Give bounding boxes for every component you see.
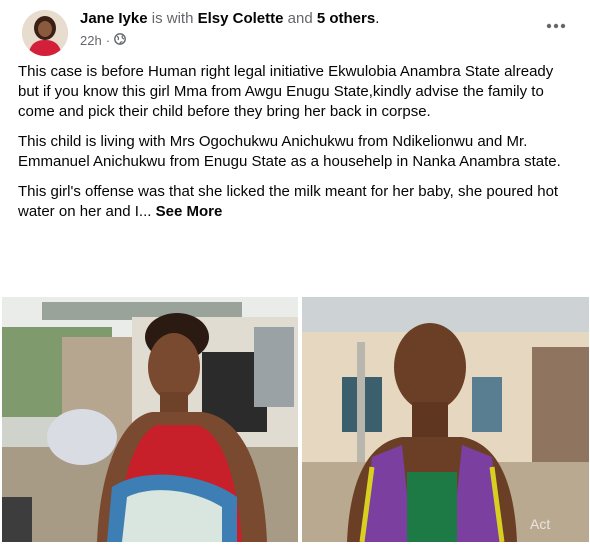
post-paragraph: This child is living with Mrs Ogochukwu … bbox=[18, 133, 561, 170]
post-paragraph: This case is before Human right legal in… bbox=[18, 63, 554, 120]
tagged-person[interactable]: Elsy Colette bbox=[198, 10, 284, 27]
author-name[interactable]: Jane Iyke bbox=[80, 10, 148, 27]
post-time[interactable]: 22h bbox=[80, 33, 102, 48]
post-paragraph-text: This girl's offense was that she licked … bbox=[18, 183, 559, 220]
end-punct: . bbox=[375, 10, 380, 27]
meta-dot: · bbox=[105, 33, 111, 48]
avatar[interactable] bbox=[22, 10, 68, 56]
author-line: Jane Iyke is with Elsy Colette and 5 oth… bbox=[80, 10, 379, 27]
is-with-text: is with bbox=[151, 10, 194, 27]
globe-icon bbox=[114, 33, 126, 48]
post-header: Jane Iyke is with Elsy Colette and 5 oth… bbox=[18, 8, 572, 56]
watermark-text: Act bbox=[530, 516, 550, 532]
and-text: and bbox=[287, 10, 313, 27]
see-more-link[interactable]: See More bbox=[156, 203, 223, 220]
post-photo-woman[interactable] bbox=[2, 297, 298, 542]
ellipsis-icon[interactable] bbox=[540, 10, 572, 42]
post-photo-man[interactable]: Act bbox=[302, 297, 589, 542]
post-body: This case is before Human right legal in… bbox=[18, 62, 574, 232]
post-meta: 22h · bbox=[80, 33, 126, 48]
tagged-others[interactable]: 5 others bbox=[317, 10, 375, 27]
facebook-post: Jane Iyke is with Elsy Colette and 5 oth… bbox=[0, 0, 590, 545]
post-paragraph-last: This girl's offense was that she licked … bbox=[18, 182, 574, 222]
